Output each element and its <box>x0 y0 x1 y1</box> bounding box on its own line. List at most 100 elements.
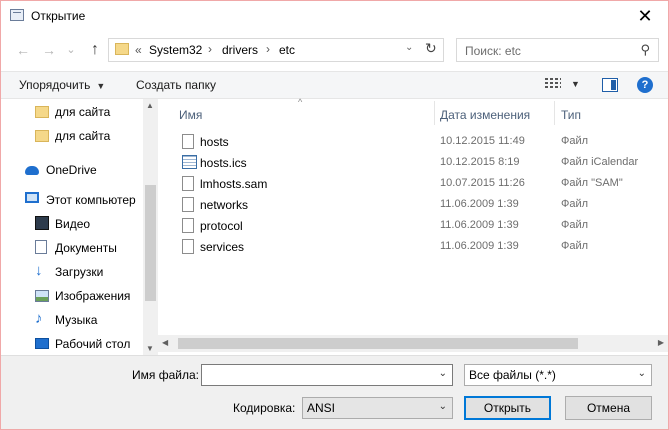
sidebar-item-images[interactable]: Изображения <box>1 285 143 307</box>
chevron-down-icon[interactable]: ⌄ <box>638 368 646 379</box>
organize-button[interactable]: Упорядочить ▼ <box>19 78 105 92</box>
column-divider[interactable] <box>554 101 555 125</box>
cancel-button[interactable]: Отмена <box>565 396 652 420</box>
filename-label: Имя файла: <box>132 368 199 382</box>
filename-field[interactable]: ⌄ <box>201 364 453 386</box>
file-date: 11.06.2009 1:39 <box>440 198 519 210</box>
video-icon <box>35 216 49 230</box>
sidebar-item-label: Изображения <box>55 289 131 303</box>
navigation-bar: ← → ⌄ ↑ « System32 › drivers › etc ⌄ ↻ П… <box>1 35 668 65</box>
sidebar-item-onedrive[interactable]: OneDrive <box>1 159 143 181</box>
file-row[interactable]: hosts 10.12.2015 11:49 Файл <box>174 131 668 152</box>
chevron-down-icon[interactable]: ▼ <box>571 79 580 89</box>
sidebar-item-label: для сайта <box>55 129 111 143</box>
file-row[interactable]: protocol 11.06.2009 1:39 Файл <box>174 215 668 236</box>
file-type: Файл <box>561 198 589 210</box>
refresh-icon[interactable]: ↻ <box>425 40 437 57</box>
sidebar-item-video[interactable]: Видео <box>1 213 143 235</box>
organize-label: Упорядочить <box>19 78 91 92</box>
encoding-select[interactable]: ANSI ⌄ <box>302 397 453 419</box>
sidebar-item-site-folder[interactable]: для сайта <box>1 101 143 123</box>
column-header-type[interactable]: Тип <box>561 108 581 122</box>
sidebar-item-this-pc[interactable]: Этот компьютер <box>1 189 143 211</box>
breadcrumb-overflow[interactable]: « <box>135 43 142 57</box>
recent-locations-icon[interactable]: ⌄ <box>61 39 81 61</box>
chevron-down-icon: ▼ <box>96 81 106 91</box>
close-button[interactable]: ✕ <box>628 3 662 29</box>
sidebar-item-downloads[interactable]: ↓ Загрузки <box>1 261 143 283</box>
file-type: Файл "SAM" <box>561 177 623 189</box>
column-divider[interactable] <box>434 101 435 125</box>
file-row[interactable]: networks 11.06.2009 1:39 Файл <box>174 194 668 215</box>
sidebar-scrollbar[interactable]: ▲ ▼ <box>143 99 158 355</box>
sidebar-item-label: OneDrive <box>46 163 97 177</box>
breadcrumb-separator[interactable]: › <box>208 42 212 56</box>
sidebar-item-documents[interactable]: Документы <box>1 237 143 259</box>
scrollbar-thumb[interactable] <box>145 185 156 301</box>
help-icon[interactable]: ? <box>637 77 653 93</box>
forward-icon[interactable]: → <box>39 39 59 61</box>
open-button[interactable]: Открыть <box>464 396 551 420</box>
sidebar-item-label: Документы <box>55 241 117 255</box>
back-icon[interactable]: ← <box>13 39 33 61</box>
file-icon <box>182 197 194 212</box>
column-header-name[interactable]: Имя <box>179 108 202 122</box>
sidebar-item-label: Видео <box>55 217 91 231</box>
sidebar-item-music[interactable]: ♪ Музыка <box>1 309 143 331</box>
filelist-horizontal-scrollbar[interactable]: ◀ ▶ <box>158 335 668 352</box>
command-toolbar: Упорядочить ▼ Создать папку ▼ ? <box>1 71 668 99</box>
breadcrumb-separator[interactable]: › <box>266 42 270 56</box>
open-dialog: Открытие ✕ ← → ⌄ ↑ « System32 › drivers … <box>0 0 669 430</box>
music-icon: ♪ <box>35 310 43 327</box>
file-row[interactable]: lmhosts.sam 10.07.2015 11:26 Файл "SAM" <box>174 173 668 194</box>
preview-pane-icon[interactable] <box>602 78 618 92</box>
up-folder-icon[interactable]: ↑ <box>85 39 105 61</box>
file-name: networks <box>200 198 249 212</box>
dialog-icon <box>10 9 24 21</box>
file-date: 10.07.2015 11:26 <box>440 177 525 189</box>
cloud-icon <box>25 166 39 175</box>
file-type: Файл <box>561 135 589 147</box>
sidebar-item-label: Рабочий стол <box>55 337 131 351</box>
view-options-icon[interactable] <box>545 78 561 91</box>
encoding-label: Кодировка: <box>233 401 296 415</box>
scrollbar-thumb[interactable] <box>178 338 578 349</box>
chevron-down-icon[interactable]: ⌄ <box>439 401 447 412</box>
file-row[interactable]: services 11.06.2009 1:39 Файл <box>174 236 668 257</box>
scroll-right-icon[interactable]: ▶ <box>658 338 664 347</box>
scroll-up-icon[interactable]: ▲ <box>146 101 154 110</box>
scroll-left-icon[interactable]: ◀ <box>162 338 168 347</box>
sidebar-item-label: Музыка <box>55 313 98 327</box>
new-folder-button[interactable]: Создать папку <box>136 78 216 92</box>
encoding-value: ANSI <box>307 401 336 415</box>
breadcrumb-etc[interactable]: etc <box>279 43 295 57</box>
address-bar[interactable]: « System32 › drivers › etc ⌄ ↻ <box>108 38 444 62</box>
file-row[interactable]: hosts.ics 10.12.2015 8:19 Файл iCalendar <box>174 152 668 173</box>
breadcrumb-system32[interactable]: System32 <box>149 43 202 57</box>
breadcrumb-drivers[interactable]: drivers <box>222 43 258 57</box>
search-icon[interactable]: ⚲ <box>640 42 650 58</box>
file-name: services <box>200 240 245 254</box>
file-date: 10.12.2015 11:49 <box>440 135 525 147</box>
search-input[interactable]: Поиск: etc ⚲ <box>456 38 659 62</box>
folder-icon <box>35 130 49 142</box>
search-placeholder: Поиск: etc <box>465 44 521 58</box>
file-name: hosts.ics <box>200 156 247 170</box>
documents-icon <box>35 240 47 254</box>
file-icon <box>182 134 194 149</box>
file-type: Файл <box>561 240 589 252</box>
sidebar-item-label: для сайта <box>55 105 111 119</box>
chevron-down-icon[interactable]: ⌄ <box>439 368 447 379</box>
file-icon <box>182 239 194 254</box>
address-dropdown-icon[interactable]: ⌄ <box>405 42 413 53</box>
dialog-footer: Имя файла: ⌄ Все файлы (*.*) ⌄ Кодировка… <box>1 355 668 429</box>
filetype-value: Все файлы (*.*) <box>469 368 556 382</box>
title-bar: Открытие ✕ <box>1 1 668 31</box>
file-icon <box>182 218 194 233</box>
file-name: lmhosts.sam <box>200 177 268 191</box>
filetype-select[interactable]: Все файлы (*.*) ⌄ <box>464 364 652 386</box>
sidebar-item-site-folder[interactable]: для сайта <box>1 125 143 147</box>
scroll-down-icon[interactable]: ▼ <box>146 344 154 353</box>
column-header-date[interactable]: Дата изменения <box>440 108 530 122</box>
sidebar-item-desktop[interactable]: Рабочий стол <box>1 333 143 355</box>
